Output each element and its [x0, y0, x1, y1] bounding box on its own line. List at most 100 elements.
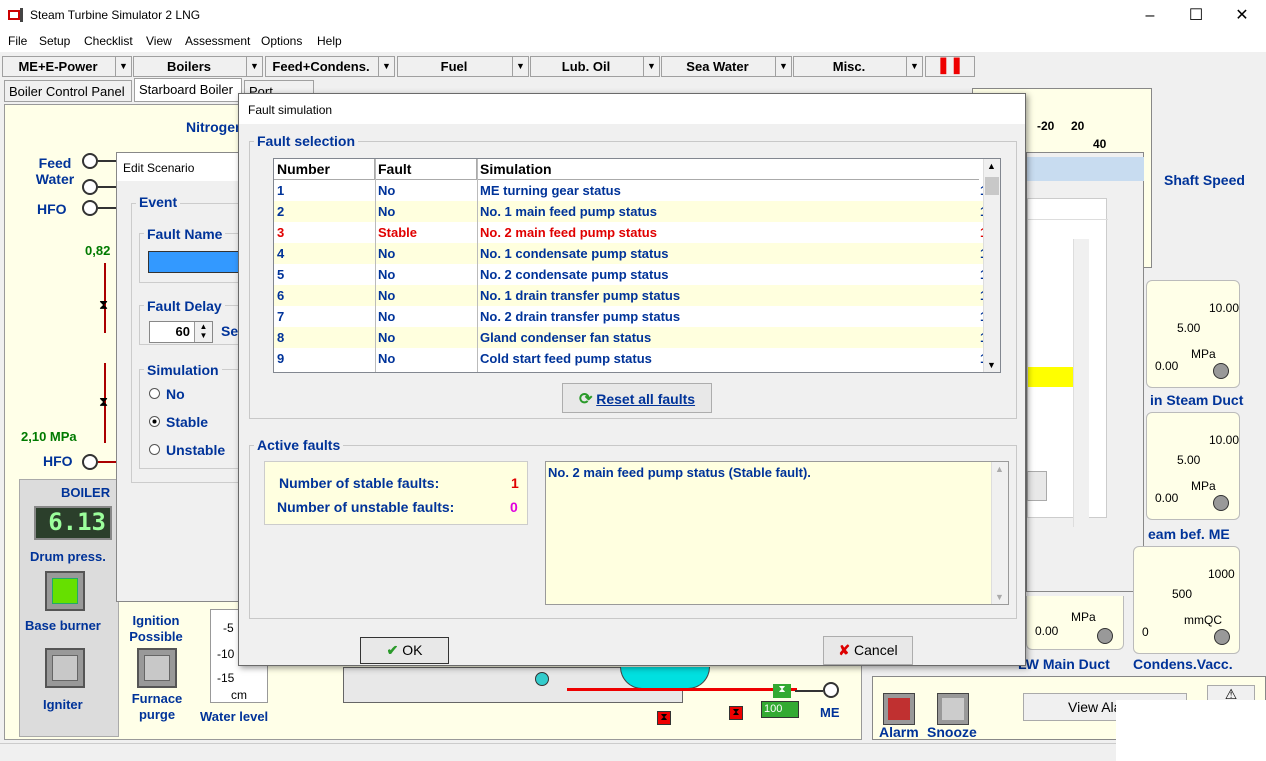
scroll-up-icon[interactable]: ▲ [995, 464, 1004, 474]
valve-icon[interactable]: ⧗ [773, 684, 791, 698]
table-row[interactable]: 3StableNo. 2 main feed pump status1 [274, 222, 987, 243]
row-number: 9 [277, 351, 285, 366]
condens-vacc-gauge: 1000 500 0 mmQC [1133, 546, 1240, 654]
radio-circle-checked[interactable] [149, 416, 160, 427]
module-fuel[interactable]: Fuel ▼ [397, 56, 529, 77]
hfo-inlet-top [82, 200, 98, 216]
module-me-epower[interactable]: ME+E-Power ▼ [2, 56, 132, 77]
module-misc[interactable]: Misc. ▼ [793, 56, 923, 77]
main-steam-duct-label: in Steam Duct [1150, 392, 1244, 408]
me-valve-value: 100 [764, 703, 783, 715]
radio-circle[interactable] [149, 444, 160, 455]
event-title: Event [136, 194, 181, 210]
chevron-down-icon[interactable]: ▼ [512, 57, 528, 76]
row-fault: No [378, 204, 396, 219]
column-fault[interactable]: Fault [375, 159, 477, 180]
module-label: Boilers [166, 59, 212, 74]
furnace-purge-button[interactable] [137, 648, 177, 688]
scenario-list[interactable] [1027, 198, 1108, 518]
igniter-label: Igniter [43, 697, 83, 712]
module-sea-water[interactable]: Sea Water ▼ [661, 56, 792, 77]
me-valve-readout[interactable]: 100 [761, 701, 799, 718]
cancel-button[interactable]: ✘ Cancel [823, 636, 913, 665]
hfo-bottom-label: HFO [43, 453, 73, 469]
active-scrollbar[interactable]: ▲ ▼ [991, 462, 1008, 604]
table-row[interactable]: 9NoCold start feed pump status1 [274, 348, 987, 369]
minimize-button[interactable]: – [1127, 0, 1173, 31]
menu-view[interactable]: View [146, 34, 172, 48]
table-scrollbar[interactable]: ▲ ▼ [983, 159, 1000, 372]
row-number: 1 [277, 183, 285, 198]
radio-no[interactable]: No [149, 386, 185, 402]
scroll-thumb[interactable] [985, 177, 999, 195]
valve-icon[interactable]: ⧗ [729, 706, 743, 720]
module-feed-condens[interactable]: Feed+Condens. ▼ [265, 56, 395, 77]
snooze-button[interactable] [937, 693, 969, 725]
fault-delay-spinner[interactable]: 60 ▲ ▼ [149, 321, 213, 343]
nitrogen-label: Nitrogen [186, 119, 244, 135]
list-scrollbar[interactable] [1073, 239, 1089, 527]
column-simulation[interactable]: Simulation [477, 159, 979, 180]
menu-assessment[interactable]: Assessment [185, 34, 250, 48]
scenario-button[interactable] [1027, 471, 1047, 501]
blank-region [1116, 700, 1266, 761]
module-label: ME+E-Power [18, 59, 98, 74]
fault-table[interactable]: Number Fault Simulation 1 No ME turning ge… [273, 158, 1001, 373]
row-simulation: No. 1 drain transfer pump status [480, 288, 681, 303]
tab-boiler-control-panel[interactable]: Boiler Control Panel [4, 80, 132, 102]
scroll-down-icon[interactable]: ▼ [987, 360, 996, 370]
view-alarms-label: View Ala [1068, 699, 1122, 715]
chevron-down-icon[interactable]: ▼ [775, 57, 791, 76]
tab-starboard-boiler[interactable]: Starboard Boiler [134, 78, 242, 102]
table-row[interactable]: 2NoNo. 1 main feed pump status1 [274, 201, 987, 222]
ok-button[interactable]: ✔ OK [360, 637, 449, 664]
module-label: Sea Water [686, 59, 749, 74]
maximize-button[interactable]: ☐ [1173, 0, 1219, 31]
column-number[interactable]: Number [274, 159, 375, 180]
chevron-down-icon[interactable]: ▼ [246, 57, 262, 76]
valve-icon[interactable]: ⧗ [99, 394, 108, 410]
menu-help[interactable]: Help [317, 34, 342, 48]
module-boilers[interactable]: Boilers ▼ [133, 56, 263, 77]
chevron-down-icon[interactable]: ▼ [643, 57, 659, 76]
table-row[interactable]: 6NoNo. 1 drain transfer pump status1 [274, 285, 987, 306]
radio-no-label: No [166, 386, 185, 402]
menu-checklist[interactable]: Checklist [84, 34, 133, 48]
igniter-button[interactable] [45, 648, 85, 688]
table-row[interactable]: 1NoME turning gear status1 [274, 180, 987, 201]
table-row[interactable]: 4NoNo. 1 condensate pump status1 [274, 243, 987, 264]
menu-file[interactable]: File [8, 34, 27, 48]
row-fault: No [378, 246, 396, 261]
table-row[interactable]: 7NoNo. 2 drain transfer pump status1 [274, 306, 987, 327]
radio-circle[interactable] [149, 388, 160, 399]
spin-arrows-icon[interactable]: ▲ ▼ [194, 322, 212, 342]
reset-all-faults-button[interactable]: ⟳ Reset all faults [562, 383, 712, 413]
close-button[interactable]: ✕ [1219, 0, 1265, 31]
chevron-down-icon[interactable]: ▼ [906, 57, 922, 76]
scroll-down-icon[interactable]: ▼ [995, 592, 1004, 602]
refresh-icon: ⟳ [578, 391, 593, 408]
pause-button[interactable]: ❚❚ [925, 56, 975, 77]
base-burner-label: Base burner [25, 618, 101, 633]
menu-options[interactable]: Options [261, 34, 302, 48]
menu-setup[interactable]: Setup [39, 34, 70, 48]
unstable-faults-label: Number of unstable faults: [277, 499, 455, 515]
table-row[interactable]: 8NoGland condenser fan status1 [274, 327, 987, 348]
stable-faults-label: Number of stable faults: [279, 475, 440, 491]
base-burner-button[interactable] [45, 571, 85, 611]
module-lub-oil[interactable]: Lub. Oil ▼ [530, 56, 660, 77]
radio-unstable[interactable]: Unstable [149, 442, 225, 458]
scroll-up-icon[interactable]: ▲ [987, 161, 996, 171]
radio-stable[interactable]: Stable [149, 414, 208, 430]
active-faults-textbox[interactable]: No. 2 main feed pump status (Stable faul… [545, 461, 1009, 605]
module-label: Fuel [440, 59, 468, 74]
steam-bef-me-gauge: 10.00 5.00 0.00 MPa [1146, 412, 1240, 520]
chevron-down-icon[interactable]: ▼ [378, 57, 394, 76]
selected-list-item[interactable] [1028, 367, 1074, 387]
table-row[interactable]: 5NoNo. 2 condensate pump status1 [274, 264, 987, 285]
chevron-down-icon[interactable]: ▼ [115, 57, 131, 76]
valve-icon[interactable]: ⧗ [99, 297, 108, 313]
alarm-button[interactable] [883, 693, 915, 725]
fault-name-input[interactable] [148, 251, 248, 273]
valve-icon[interactable]: ⧗ [657, 711, 671, 725]
